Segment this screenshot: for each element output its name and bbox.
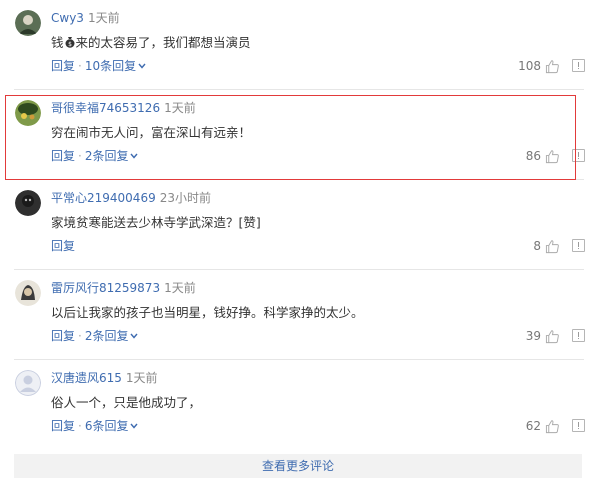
separator: · xyxy=(78,419,82,433)
like-button[interactable]: 86 xyxy=(526,147,560,165)
separator: · xyxy=(78,329,82,343)
thumbs-up-icon xyxy=(545,59,559,73)
chevron-down-icon xyxy=(130,153,139,159)
avatar[interactable] xyxy=(15,100,41,126)
report-icon[interactable] xyxy=(572,329,585,342)
thumbs-up-icon xyxy=(545,329,559,343)
avatar-image xyxy=(15,370,41,396)
timestamp: 1天前 xyxy=(164,281,196,295)
comment-item: 汉唐遗风615 1天前 俗人一个，只是他成功了， 回复 · 6条回复 62 xyxy=(0,360,604,450)
reply-link[interactable]: 回复 xyxy=(51,329,75,343)
report-icon[interactable] xyxy=(572,59,585,72)
comment-item: Cwy3 1天前 钱 $ 来的太容易了，我们都想当演员 回复 · 10条回复 108 xyxy=(0,0,604,90)
replies-count-label: 2条回复 xyxy=(84,329,129,343)
username[interactable]: Cwy3 xyxy=(51,11,84,25)
avatar-image xyxy=(15,280,41,306)
replies-count-label: 2条回复 xyxy=(84,149,129,163)
chevron-down-icon xyxy=(130,333,139,339)
username[interactable]: 平常心219400469 xyxy=(51,191,156,205)
view-replies-link[interactable]: 10条回复 xyxy=(85,59,146,73)
comment-text: 穷在闹市无人问，富在深山有远亲！ xyxy=(51,125,252,140)
comment-item: 雷厉风行81259873 1天前 以后让我家的孩子也当明星，钱好挣。科学家挣的太少… xyxy=(0,270,604,360)
reply-link[interactable]: 回复 xyxy=(51,419,75,433)
view-replies-link[interactable]: 2条回复 xyxy=(85,149,139,163)
report-icon[interactable] xyxy=(572,149,585,162)
like-button[interactable]: 108 xyxy=(518,57,560,75)
timestamp: 1天前 xyxy=(125,371,158,385)
username[interactable]: 哥很幸福74653126 xyxy=(51,101,160,115)
reply-link[interactable]: 回复 xyxy=(51,59,75,73)
comment-meta: 哥很幸福74653126 1天前 xyxy=(51,100,196,116)
chevron-down-icon xyxy=(138,63,146,69)
comment-text: 以后让我家的孩子也当明星，钱好挣。科学家挣的太少。 xyxy=(51,305,364,320)
username[interactable]: 雷厉风行81259873 xyxy=(51,281,160,295)
comment-meta: 雷厉风行81259873 1天前 xyxy=(51,280,196,296)
timestamp: 1天前 xyxy=(87,11,120,25)
comment-meta: Cwy3 1天前 xyxy=(51,10,120,26)
comment-text-part: 来的太容易了，我们都想当演员 xyxy=(75,35,251,50)
like-count: 86 xyxy=(525,149,541,163)
avatar[interactable] xyxy=(15,370,41,396)
comment-text-part: 钱 xyxy=(51,35,64,50)
timestamp: 1天前 xyxy=(164,101,196,115)
comment-item: 平常心219400469 23小时前 家境贫寒能送去少林寺学武深造？[赞] 回复 … xyxy=(0,180,604,270)
report-icon[interactable] xyxy=(572,419,585,432)
timestamp: 23小时前 xyxy=(159,191,211,205)
comment-actions: 回复 · 2条回复 xyxy=(51,328,139,344)
report-icon[interactable] xyxy=(572,239,585,252)
separator: · xyxy=(78,149,82,163)
thumbs-up-icon xyxy=(545,239,559,253)
view-replies-link[interactable]: 6条回复 xyxy=(85,419,139,433)
like-count: 108 xyxy=(518,59,541,73)
avatar-image xyxy=(15,10,41,36)
avatar-image xyxy=(15,100,41,126)
load-more-comments-button[interactable]: 查看更多评论 xyxy=(14,454,582,478)
comment-actions: 回复 xyxy=(51,238,75,254)
username[interactable]: 汉唐遗风615 xyxy=(51,371,122,385)
money-bag-icon: $ xyxy=(65,37,75,48)
comment-actions: 回复 · 6条回复 xyxy=(51,418,139,434)
reply-link[interactable]: 回复 xyxy=(51,239,75,253)
separator: · xyxy=(78,59,82,73)
like-count: 39 xyxy=(525,329,541,343)
comment-actions: 回复 · 2条回复 xyxy=(51,148,139,164)
avatar-image xyxy=(15,190,41,216)
thumbs-up-icon xyxy=(545,149,559,163)
thumbs-up-icon xyxy=(545,419,559,433)
reply-link[interactable]: 回复 xyxy=(51,149,75,163)
comment-item: 哥很幸福74653126 1天前 穷在闹市无人问，富在深山有远亲！ 回复 · 2条回复… xyxy=(0,90,604,180)
avatar[interactable] xyxy=(15,190,41,216)
like-button[interactable]: 39 xyxy=(526,327,560,345)
view-replies-link[interactable]: 2条回复 xyxy=(85,329,139,343)
avatar[interactable] xyxy=(15,280,41,306)
comment-text: 钱 $ 来的太容易了，我们都想当演员 xyxy=(51,34,251,52)
chevron-down-icon xyxy=(130,423,139,429)
comment-text: 家境贫寒能送去少林寺学武深造？[赞] xyxy=(51,215,261,230)
replies-count-label: 10条回复 xyxy=(84,59,137,73)
like-button[interactable]: 62 xyxy=(526,417,560,435)
like-button[interactable]: 8 xyxy=(533,237,560,255)
comment-actions: 回复 · 10条回复 xyxy=(51,58,146,74)
replies-count-label: 6条回复 xyxy=(84,419,129,433)
comment-meta: 汉唐遗风615 1天前 xyxy=(51,370,158,386)
svg-text:$: $ xyxy=(68,41,72,48)
comment-meta: 平常心219400469 23小时前 xyxy=(51,190,211,206)
like-count: 62 xyxy=(525,419,541,433)
comment-text: 俗人一个，只是他成功了， xyxy=(51,395,202,410)
avatar[interactable] xyxy=(15,10,41,36)
like-count: 8 xyxy=(533,239,541,253)
